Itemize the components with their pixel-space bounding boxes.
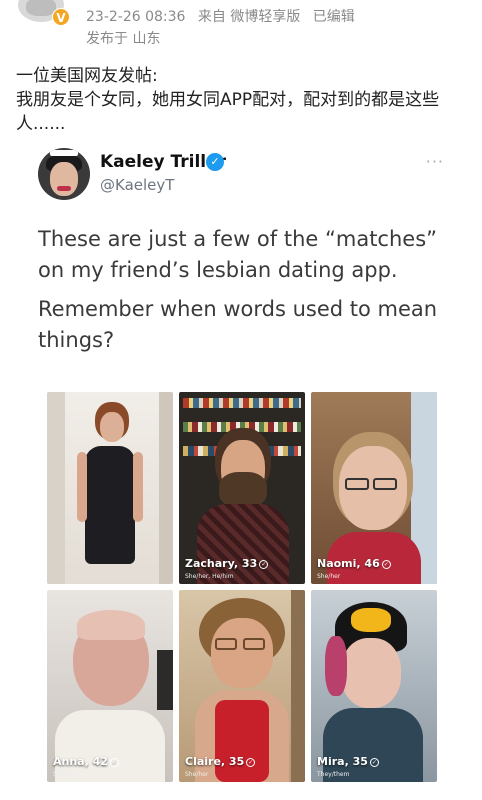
verified-check-icon: ✓ <box>259 559 269 569</box>
tweet-avatar[interactable] <box>38 148 90 200</box>
photo-label: Anna, 42 ✓ <box>53 755 119 768</box>
photo-card[interactable]: Anna, 42 ✓ She/her <box>47 590 173 782</box>
verified-check-icon: ✓ <box>109 757 119 767</box>
post-text-line: 一位美国网友发帖: <box>16 66 158 86</box>
photo-label: Claire, 35 ✓ <box>185 755 256 768</box>
post-source[interactable]: 来自 微博轻享版 <box>198 9 300 25</box>
verified-check-icon: ✓ <box>381 559 391 569</box>
post-header: V 23-2-26 08:36 来自 微博轻享版 已编辑 发布于 山东 <box>0 0 482 52</box>
photo-pronouns: She/her <box>185 771 209 778</box>
photo-card[interactable]: Claire, 35 ✓ She/her <box>179 590 305 782</box>
tweet-paragraph: Remember when words used to mean things? <box>38 297 438 352</box>
more-options-icon[interactable]: ··· <box>426 152 444 171</box>
photo-grid: Zachary, 33 ✓ She/her, He/him Naomi, 46 ✓ … <box>47 392 447 792</box>
verified-check-icon: ✓ <box>369 757 379 767</box>
photo-pronouns: They/them <box>317 771 350 778</box>
verified-badge-icon: ✓ <box>206 153 224 171</box>
photo-card[interactable] <box>47 392 173 584</box>
post-location: 发布于 山东 <box>86 31 161 47</box>
photo-label: Mira, 35 ✓ <box>317 755 379 768</box>
edited-label[interactable]: 已编辑 <box>313 9 355 25</box>
photo-label: Naomi, 46 ✓ <box>317 557 391 570</box>
embedded-tweet: Kaeley Triller ✓ @KaeleyT ··· These are … <box>16 138 466 798</box>
post-text-line: 我朋友是个女同，她用女同APP配对，配对到的都是这些人...... <box>16 90 440 134</box>
photo-pronouns: She/her <box>53 771 77 778</box>
photo-card[interactable]: Naomi, 46 ✓ She/her <box>311 392 437 584</box>
tweet-body: These are just a few of the “matches” on… <box>38 224 458 364</box>
photo-card[interactable]: Mira, 35 ✓ They/them <box>311 590 437 782</box>
photo-pronouns: She/her <box>317 573 341 580</box>
tweet-author-handle[interactable]: @KaeleyT <box>100 176 174 194</box>
photo-label: Zachary, 33 ✓ <box>185 557 269 570</box>
vip-badge-icon: V <box>52 8 70 26</box>
post-text: 一位美国网友发帖: 我朋友是个女同，她用女同APP配对，配对到的都是这些人...… <box>16 64 476 136</box>
verified-check-icon: ✓ <box>246 757 256 767</box>
post-date: 23-2-26 08:36 <box>86 9 186 25</box>
photo-card[interactable]: Zachary, 33 ✓ She/her, He/him <box>179 392 305 584</box>
photo-pronouns: She/her, He/him <box>185 573 234 580</box>
post-meta: 23-2-26 08:36 来自 微博轻享版 已编辑 <box>86 6 363 26</box>
tweet-paragraph: These are just a few of the “matches” on… <box>38 227 438 282</box>
